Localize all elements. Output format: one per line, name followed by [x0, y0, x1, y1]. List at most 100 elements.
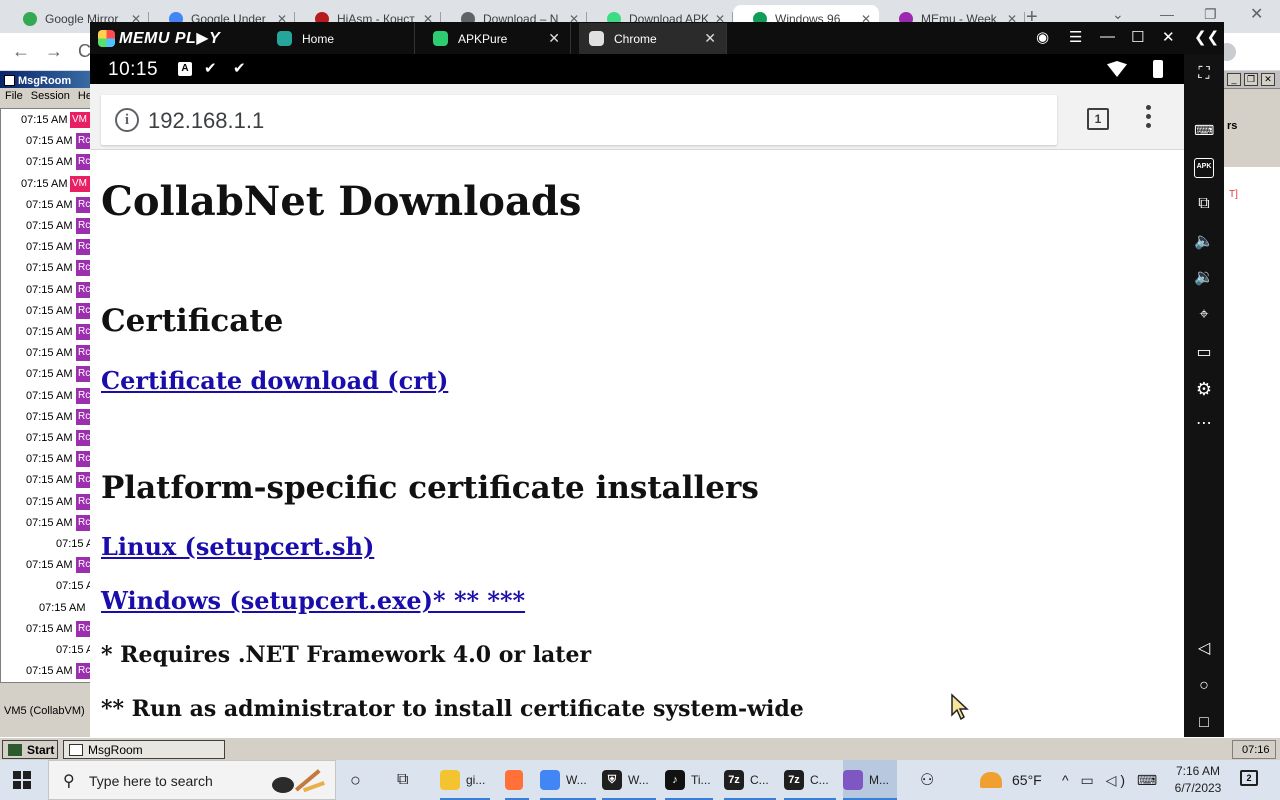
system-tray-icons[interactable]: ^ ▭ ◁) ⌨: [1062, 772, 1161, 789]
home-icon[interactable]: ○: [1194, 676, 1214, 696]
message-row[interactable]: 07:15 AM Rc: [1, 470, 96, 491]
taskbar-app-button[interactable]: W...: [540, 760, 596, 800]
host-tab-search-icon[interactable]: ⌄: [1112, 6, 1124, 23]
apk-icon[interactable]: APK: [1194, 158, 1214, 178]
host-minimize-button[interactable]: —: [1160, 6, 1174, 22]
message-time: 07:15 AM: [39, 601, 86, 614]
android-clock: 10:15: [108, 59, 159, 80]
menu-session[interactable]: Session: [31, 90, 70, 102]
url-text[interactable]: 192.168.1.1: [148, 108, 264, 134]
message-row[interactable]: 07:15 AM Rc: [1, 152, 96, 173]
message-row[interactable]: 07:15 AM Rc: [1, 513, 96, 534]
taskbar-clock[interactable]: 7:16 AM 6/7/2023: [1168, 763, 1228, 797]
settings-icon[interactable]: ⚙: [1194, 379, 1214, 399]
location-icon[interactable]: ⌖: [1194, 305, 1214, 325]
link-linux-installer[interactable]: Linux (setupcert.sh): [101, 532, 374, 561]
message-row[interactable]: 07:15 AM Rc: [1, 661, 96, 682]
message-time: 07:15 AM: [26, 304, 73, 317]
link-certificate-download[interactable]: Certificate download (crt): [101, 366, 448, 395]
android-screen: 10:15 A ✔ ✔ i 192.168.1.1 1 CollabNet Do…: [90, 54, 1184, 738]
chrome-menu-icon[interactable]: [1142, 105, 1154, 133]
back-arrow-icon[interactable]: ←: [12, 41, 30, 62]
note-admin: ** Run as administrator to install certi…: [101, 696, 804, 722]
collapse-sidebar-icon[interactable]: ❮❮: [1194, 28, 1219, 46]
message-row[interactable]: 07:15 A: [1, 576, 96, 597]
info-icon[interactable]: i: [115, 108, 139, 132]
link-windows-installer[interactable]: Windows (setupcert.exe)* ** ***: [101, 586, 525, 615]
notification-center-icon[interactable]: 2: [1240, 770, 1258, 786]
message-row[interactable]: 07:15 AM Rc: [1, 555, 96, 576]
memu-logo-text: MEMU PL▶Y: [119, 30, 221, 47]
message-row[interactable]: 07:15 AM VM: [1, 174, 96, 195]
message-row[interactable]: 07:15 AM Rc: [1, 343, 96, 364]
taskbar-app-button[interactable]: M...: [843, 760, 897, 800]
weather-widget[interactable]: 65°F: [980, 760, 1042, 800]
forward-arrow-icon[interactable]: →: [45, 41, 63, 62]
memu-tab[interactable]: Chrome ✕: [579, 23, 727, 54]
memu-maximize-button[interactable]: ☐: [1131, 28, 1144, 46]
taskbar-app-icon: [440, 770, 460, 790]
taskbar-search-box[interactable]: ⚲ Type here to search: [48, 760, 336, 800]
message-row[interactable]: 07:15 AM Rc: [1, 322, 96, 343]
bg-maximize-button[interactable]: ❐: [1244, 73, 1258, 86]
message-row[interactable]: 07:15 AM Rc: [1, 237, 96, 258]
taskbar-app-button[interactable]: ♪ Ti...: [665, 760, 713, 800]
folder-icon[interactable]: ▭: [1194, 343, 1214, 363]
cortana-icon[interactable]: ○: [350, 760, 370, 800]
taskbar-app-button[interactable]: [505, 760, 529, 800]
multi-window-icon[interactable]: ⧉: [1194, 194, 1214, 214]
volume-down-icon[interactable]: 🔉: [1194, 268, 1214, 288]
menu-icon[interactable]: ☰: [1069, 28, 1082, 46]
msgroom-message-list[interactable]: 07:15 AM VM 07:15 AM Rc 07:15 AM Rc 07:15 AM VM…: [0, 108, 95, 683]
host-close-button[interactable]: ✕: [1250, 4, 1263, 24]
message-row[interactable]: 07:15 A: [1, 640, 96, 661]
message-row[interactable]: 07:15 AM Rc: [1, 364, 96, 385]
message-row[interactable]: 07:15 AM Rc: [1, 386, 96, 407]
more-icon[interactable]: ⋯: [1194, 414, 1214, 434]
taskbar-app-icon: 7z: [724, 770, 744, 790]
people-icon[interactable]: ⚇: [920, 760, 940, 800]
host-maximize-button[interactable]: ❐: [1204, 6, 1217, 23]
bg-minimize-button[interactable]: _: [1227, 73, 1241, 86]
fullscreen-icon[interactable]: ⛶: [1194, 64, 1214, 84]
back-icon[interactable]: ◁: [1194, 639, 1214, 659]
windows-start-button[interactable]: [13, 771, 31, 789]
message-row[interactable]: 07:15 AM: [1, 598, 96, 619]
recents-icon[interactable]: □: [1194, 713, 1214, 733]
message-row[interactable]: 07:15 AM Rc: [1, 492, 96, 513]
message-row[interactable]: 07:15 AM VM: [1, 110, 96, 131]
xp-task-msgroom[interactable]: MsgRoom: [63, 740, 225, 759]
tab-switcher-button[interactable]: 1: [1087, 108, 1109, 130]
taskbar-app-button[interactable]: gi...: [440, 760, 490, 800]
message-row[interactable]: 07:15 AM Rc: [1, 407, 96, 428]
menu-file[interactable]: File: [5, 90, 23, 102]
memu-minimize-button[interactable]: —: [1100, 28, 1115, 45]
message-row[interactable]: 07:15 A: [1, 534, 96, 555]
taskbar-app-button[interactable]: 7z C...: [724, 760, 776, 800]
taskbar-app-button[interactable]: 7z C...: [784, 760, 836, 800]
message-row[interactable]: 07:15 AM Rc: [1, 216, 96, 237]
message-row[interactable]: 07:15 AM Rc: [1, 619, 96, 640]
task-view-icon[interactable]: ⧉: [397, 760, 419, 800]
message-row[interactable]: 07:15 AM Rc: [1, 280, 96, 301]
xp-start-button[interactable]: Start: [2, 740, 58, 759]
message-row[interactable]: 07:15 AM Rc: [1, 195, 96, 216]
memu-tab-close-icon[interactable]: ✕: [548, 30, 560, 47]
memu-tab[interactable]: APKPure ✕: [423, 23, 571, 54]
message-row[interactable]: 07:15 AM Rc: [1, 301, 96, 322]
message-time: 07:15 AM: [26, 622, 73, 635]
address-bar[interactable]: i 192.168.1.1: [101, 95, 1057, 145]
message-row[interactable]: 07:15 AM Rc: [1, 258, 96, 279]
message-row[interactable]: 07:15 AM Rc: [1, 131, 96, 152]
memu-close-button[interactable]: ✕: [1162, 28, 1175, 46]
taskbar-app-button[interactable]: ⛨ W...: [602, 760, 656, 800]
msgroom-task-icon: [69, 744, 83, 756]
message-row[interactable]: 07:15 AM Rc: [1, 449, 96, 470]
keyboard-icon[interactable]: ⌨: [1194, 120, 1214, 140]
volume-up-icon[interactable]: 🔈: [1194, 232, 1214, 252]
bg-close-button[interactable]: ✕: [1261, 73, 1275, 86]
message-row[interactable]: 07:15 AM Rc: [1, 428, 96, 449]
account-icon[interactable]: ◉: [1036, 28, 1049, 46]
memu-tab-close-icon[interactable]: ✕: [704, 30, 716, 47]
memu-tab[interactable]: Home: [267, 23, 415, 54]
